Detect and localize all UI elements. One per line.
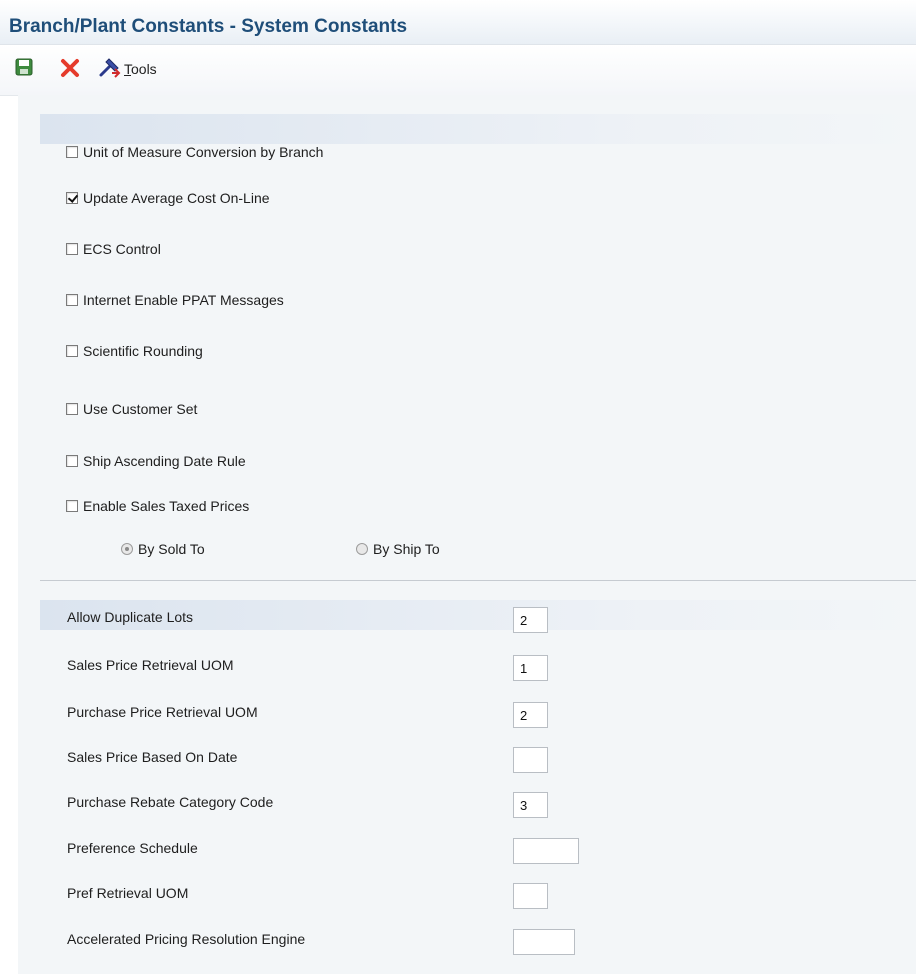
checkbox-label: Internet Enable PPAT Messages xyxy=(83,292,284,308)
checkbox-label: Use Customer Set xyxy=(83,401,198,417)
toolbar: Tools xyxy=(0,44,916,96)
label-allow-duplicate-lots: Allow Duplicate Lots xyxy=(67,609,194,625)
checkbox-scientific-rounding[interactable]: Scientific Rounding xyxy=(66,343,203,359)
checkbox-internet-enable-ppat[interactable]: Internet Enable PPAT Messages xyxy=(66,292,284,308)
checkbox-label: ECS Control xyxy=(83,241,161,257)
checkbox-label: Unit of Measure Conversion by Branch xyxy=(83,144,324,160)
checkbox-enable-sales-taxed-prices[interactable]: Enable Sales Taxed Prices xyxy=(66,498,249,514)
label-purchase-price-retrieval-uom: Purchase Price Retrieval UOM xyxy=(67,704,258,720)
checkbox-label: Ship Ascending Date Rule xyxy=(83,453,246,469)
input-purchase-rebate-category-code[interactable]: 3 xyxy=(513,792,548,818)
input-pref-retrieval-uom[interactable] xyxy=(513,883,548,909)
section-divider xyxy=(40,580,916,581)
label-sales-price-retrieval-uom: Sales Price Retrieval UOM xyxy=(67,657,234,673)
radio-by-sold-to[interactable]: By Sold To xyxy=(121,541,205,557)
checkbox-box[interactable] xyxy=(66,192,78,204)
input-sales-price-based-on-date[interactable] xyxy=(513,747,548,773)
radio-label: By Ship To xyxy=(373,541,440,557)
title-bar: Branch/Plant Constants - System Constant… xyxy=(0,0,916,44)
radio-by-ship-to[interactable]: By Ship To xyxy=(356,541,440,557)
radio-button[interactable] xyxy=(121,543,133,555)
input-sales-price-retrieval-uom[interactable]: 1 xyxy=(513,655,548,681)
section-header-options xyxy=(40,114,916,144)
checkbox-box[interactable] xyxy=(66,500,78,512)
checkbox-ship-ascending-date-rule[interactable]: Ship Ascending Date Rule xyxy=(66,453,246,469)
label-preference-schedule: Preference Schedule xyxy=(67,840,198,856)
checkbox-label: Scientific Rounding xyxy=(83,343,203,359)
close-icon[interactable] xyxy=(59,57,81,79)
checkbox-box[interactable] xyxy=(66,455,78,467)
input-accelerated-pricing-resolution-engine[interactable] xyxy=(513,929,575,955)
label-sales-price-based-on-date: Sales Price Based On Date xyxy=(67,749,238,765)
save-icon[interactable] xyxy=(15,58,33,76)
checkbox-label: Enable Sales Taxed Prices xyxy=(83,498,250,514)
checkbox-box[interactable] xyxy=(66,146,78,158)
checkbox-box[interactable] xyxy=(66,243,78,255)
label-purchase-rebate-category-code: Purchase Rebate Category Code xyxy=(67,794,274,810)
checkbox-unit-of-measure-conversion[interactable]: Unit of Measure Conversion by Branch xyxy=(66,144,323,160)
label-pref-retrieval-uom: Pref Retrieval UOM xyxy=(67,885,189,901)
input-allow-duplicate-lots[interactable]: 2 xyxy=(513,607,548,633)
checkbox-box[interactable] xyxy=(66,294,78,306)
checkbox-box[interactable] xyxy=(66,345,78,357)
radio-button[interactable] xyxy=(356,543,368,555)
tools-icon[interactable] xyxy=(98,56,122,78)
checkbox-ecs-control[interactable]: ECS Control xyxy=(66,241,161,257)
page-title: Branch/Plant Constants - System Constant… xyxy=(9,16,408,37)
checkbox-update-average-cost[interactable]: Update Average Cost On-Line xyxy=(66,190,270,206)
tools-menu[interactable]: Tools xyxy=(124,61,157,77)
input-purchase-price-retrieval-uom[interactable]: 2 xyxy=(513,702,548,728)
form-area: Unit of Measure Conversion by Branch Upd… xyxy=(18,95,916,974)
checkbox-box[interactable] xyxy=(66,403,78,415)
radio-label: By Sold To xyxy=(138,541,205,557)
checkbox-use-customer-set[interactable]: Use Customer Set xyxy=(66,401,197,417)
checkbox-label: Update Average Cost On-Line xyxy=(83,190,270,206)
input-preference-schedule[interactable] xyxy=(513,838,579,864)
label-accelerated-pricing-resolution-engine: Accelerated Pricing Resolution Engine xyxy=(67,931,306,947)
